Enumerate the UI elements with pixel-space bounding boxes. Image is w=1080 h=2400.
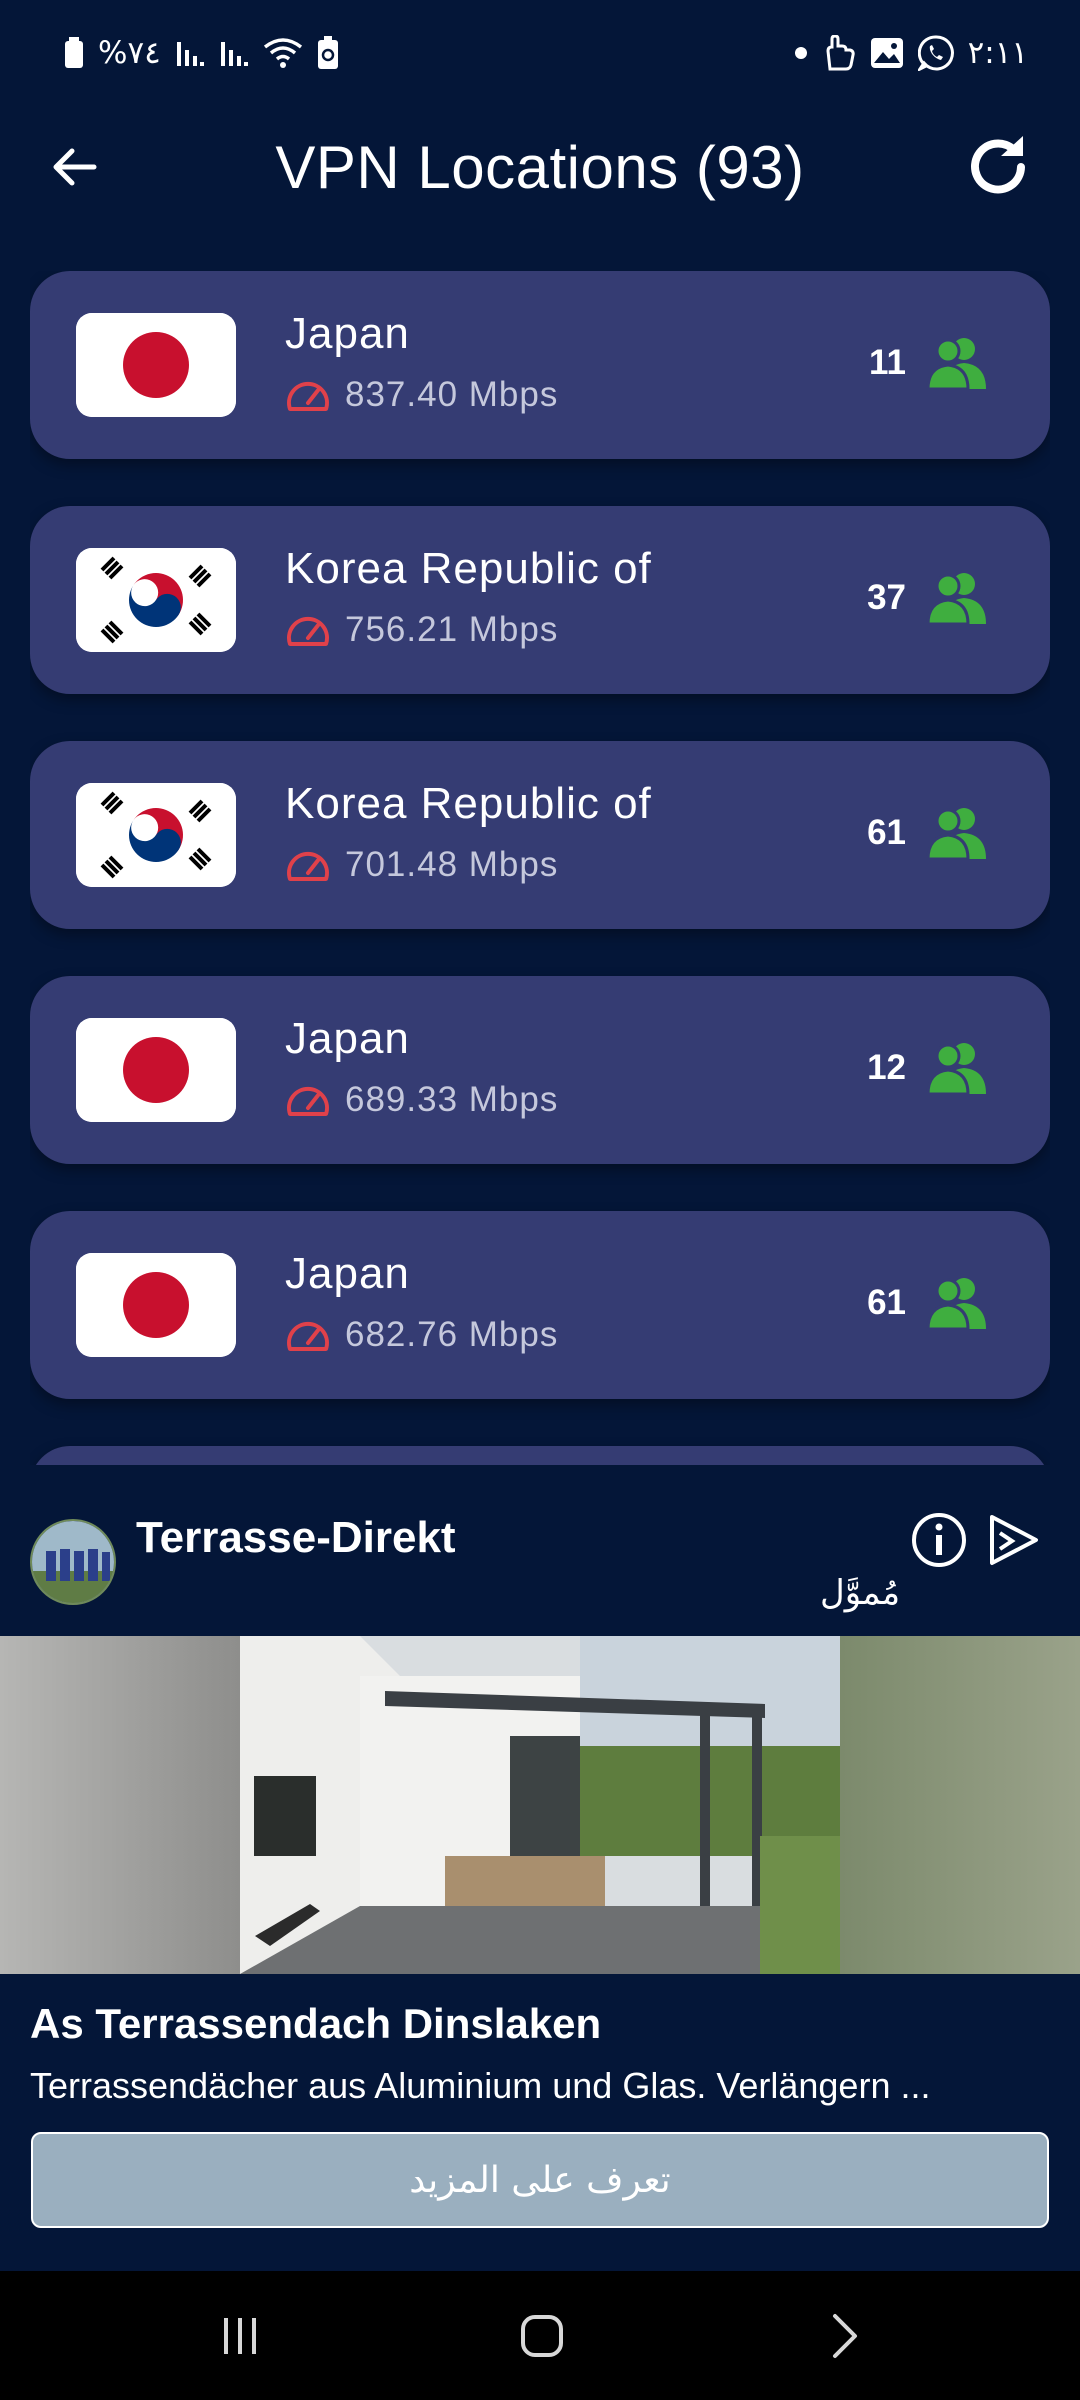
speedometer-icon — [285, 1080, 331, 1120]
country-name: Japan — [285, 309, 410, 358]
speedometer-icon — [285, 1315, 331, 1355]
chevron-right-icon — [833, 2314, 857, 2358]
speed-value: 756.21 Mbps — [345, 610, 559, 649]
users: 12 — [867, 1040, 990, 1096]
page-title: VPN Locations (93) — [275, 134, 805, 201]
server-card[interactable]: Japan 682.76 Mbps 61 — [30, 1211, 1050, 1399]
user-count: 12 — [867, 1048, 906, 1087]
japan-flag-icon — [76, 313, 236, 417]
japan-flag-icon — [76, 1253, 236, 1357]
country-name: Korea Republic of — [285, 779, 652, 828]
status-left: %٧٤ — [64, 35, 339, 71]
refresh-button[interactable] — [958, 127, 1038, 207]
recent-apps-icon — [224, 2318, 256, 2354]
country-name: Japan — [285, 1249, 410, 1298]
ad-headline[interactable]: As Terrassendach Dinslaken — [30, 2000, 601, 2048]
speed-row: 756.21 Mbps — [285, 610, 558, 650]
signal-icon — [219, 38, 249, 68]
user-count: 61 — [867, 1283, 906, 1322]
speed-row: 701.48 Mbps — [285, 845, 558, 885]
user-count: 37 — [867, 578, 906, 617]
app-bar: VPN Locations (93) — [0, 105, 1080, 230]
server-card-partial[interactable] — [30, 1446, 1050, 1465]
ad-choices-icon — [990, 1515, 1038, 1565]
sponsored-label: مُموَّل — [820, 1573, 901, 1613]
users-icon — [926, 338, 986, 391]
ad-banner[interactable]: Terrasse-Direkt مُموَّل As Terrassendach… — [0, 1465, 1080, 2271]
users: 37 — [867, 570, 990, 626]
recent-apps-button[interactable] — [195, 2301, 285, 2371]
users-icon — [926, 1278, 986, 1331]
advertiser-avatar[interactable] — [30, 1519, 116, 1605]
ad-image[interactable] — [0, 1636, 1080, 1974]
speed-row: 689.33 Mbps — [285, 1080, 558, 1120]
battery-icon — [64, 36, 84, 69]
learn-more-button[interactable]: تعرف على المزيد — [31, 2132, 1049, 2228]
users: 61 — [867, 805, 990, 861]
users-icon — [926, 1043, 986, 1096]
users-icon — [926, 573, 986, 626]
speedometer-icon — [285, 845, 331, 885]
user-count: 11 — [869, 343, 906, 382]
home-icon — [521, 2315, 563, 2357]
speed-value: 837.40 Mbps — [345, 375, 559, 414]
battery-saver-icon — [317, 35, 339, 70]
ad-info-button[interactable] — [910, 1511, 968, 1569]
info-icon — [912, 1513, 966, 1567]
clock: ٢:١١ — [967, 34, 1028, 71]
gallery-icon — [870, 37, 904, 69]
dot-icon — [794, 46, 808, 60]
signal-icon — [175, 38, 205, 68]
battery-percent: %٧٤ — [98, 34, 161, 71]
wifi-icon — [263, 37, 303, 69]
speed-value: 682.76 Mbps — [345, 1315, 559, 1354]
server-card[interactable]: Japan 837.40 Mbps 11 — [30, 271, 1050, 459]
home-button[interactable] — [497, 2301, 587, 2371]
server-list[interactable]: Japan 837.40 Mbps 11 Korea Republic of 7… — [30, 271, 1050, 1465]
speed-row: 837.40 Mbps — [285, 375, 558, 415]
refresh-icon — [971, 136, 1025, 194]
status-bar: %٧٤ ٢:١١ — [0, 0, 1080, 105]
advertiser-name[interactable]: Terrasse-Direkt — [136, 1513, 456, 1563]
country-name: Japan — [285, 1014, 410, 1063]
speedometer-icon — [285, 375, 331, 415]
ad-choices-button[interactable] — [984, 1511, 1042, 1569]
navigation-bar — [0, 2271, 1080, 2400]
user-count: 61 — [867, 813, 906, 852]
ad-body: Terrassendächer aus Aluminium und Glas. … — [30, 2065, 931, 2106]
speed-row: 682.76 Mbps — [285, 1315, 558, 1355]
japan-flag-icon — [76, 1018, 236, 1122]
country-name: Korea Republic of — [285, 544, 652, 593]
status-right: ٢:١١ — [794, 34, 1028, 71]
users: 61 — [867, 1275, 990, 1331]
users: 11 — [869, 335, 990, 391]
back-nav-button[interactable] — [800, 2301, 890, 2371]
speed-value: 701.48 Mbps — [345, 845, 559, 884]
korea-flag-icon — [76, 783, 236, 887]
speed-value: 689.33 Mbps — [345, 1080, 559, 1119]
hand-icon — [822, 34, 856, 71]
whatsapp-icon — [917, 34, 954, 71]
users-icon — [926, 808, 986, 861]
korea-flag-icon — [76, 548, 236, 652]
server-card[interactable]: Japan 689.33 Mbps 12 — [30, 976, 1050, 1164]
server-card[interactable]: Korea Republic of 701.48 Mbps 61 — [30, 741, 1050, 929]
server-card[interactable]: Korea Republic of 756.21 Mbps 37 — [30, 506, 1050, 694]
speedometer-icon — [285, 610, 331, 650]
